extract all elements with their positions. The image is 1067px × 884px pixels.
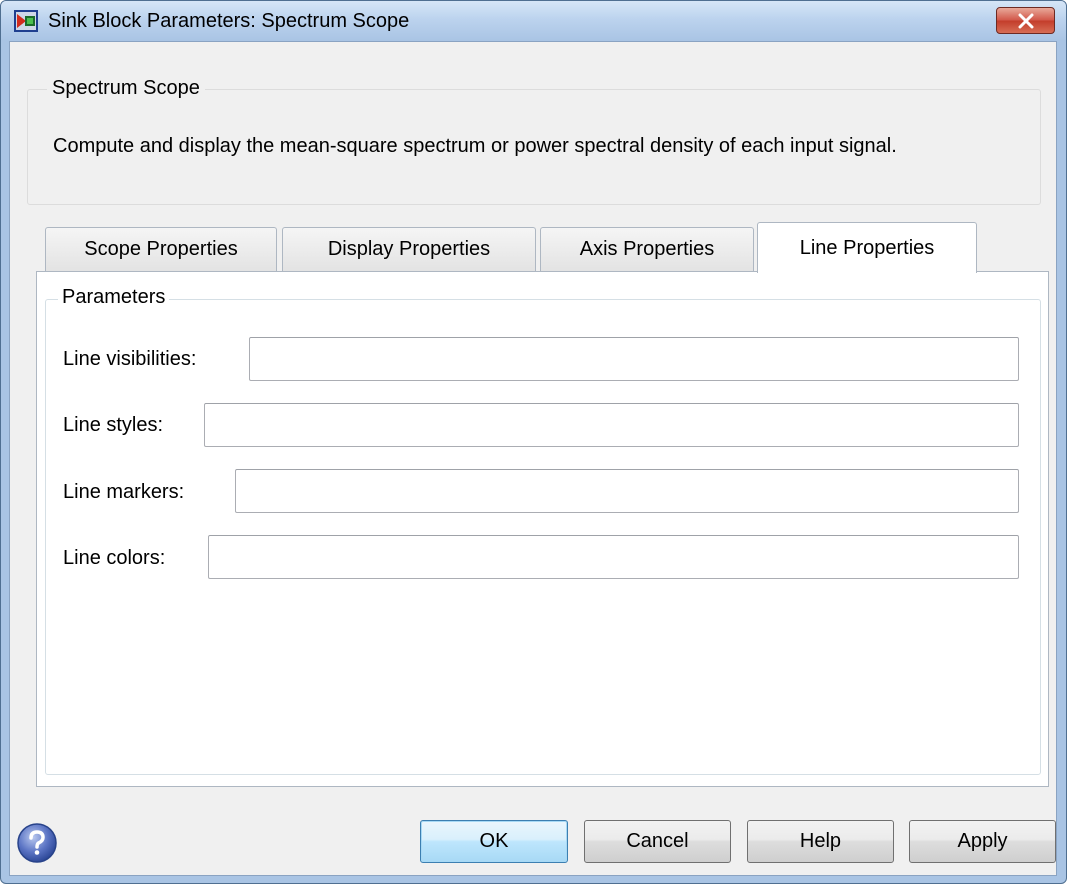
window-title: Sink Block Parameters: Spectrum Scope — [48, 10, 410, 32]
tab-line-properties[interactable]: Line Properties — [757, 222, 977, 273]
line-markers-input[interactable] — [235, 469, 1019, 513]
cancel-button[interactable]: Cancel — [584, 820, 731, 863]
ok-button[interactable]: OK — [420, 820, 568, 863]
close-icon — [1018, 13, 1034, 29]
apply-button[interactable]: Apply — [909, 820, 1056, 863]
tab-axis-properties[interactable]: Axis Properties — [540, 227, 754, 271]
line-visibilities-label: Line visibilities: — [63, 348, 197, 370]
description-group-label: Spectrum Scope — [47, 77, 205, 100]
line-colors-label: Line colors: — [63, 547, 166, 569]
description-text: Compute and display the mean-square spec… — [53, 135, 897, 157]
line-colors-input[interactable] — [208, 535, 1019, 579]
tab-display-properties[interactable]: Display Properties — [282, 227, 536, 271]
line-styles-label: Line styles: — [63, 414, 164, 436]
close-button[interactable] — [996, 7, 1055, 34]
tab-scope-properties[interactable]: Scope Properties — [45, 227, 277, 271]
line-styles-input[interactable] — [204, 403, 1019, 447]
line-markers-label: Line markers: — [63, 481, 185, 503]
help-button[interactable]: Help — [747, 820, 894, 863]
dialog-window: Sink Block Parameters: Spectrum Scope Sp… — [0, 0, 1067, 884]
line-visibilities-input[interactable] — [249, 337, 1019, 381]
simulink-block-icon — [14, 10, 38, 32]
title-bar[interactable]: Sink Block Parameters: Spectrum Scope — [1, 1, 1066, 41]
parameters-group-label: Parameters — [58, 286, 170, 309]
help-question-icon[interactable] — [15, 821, 59, 865]
